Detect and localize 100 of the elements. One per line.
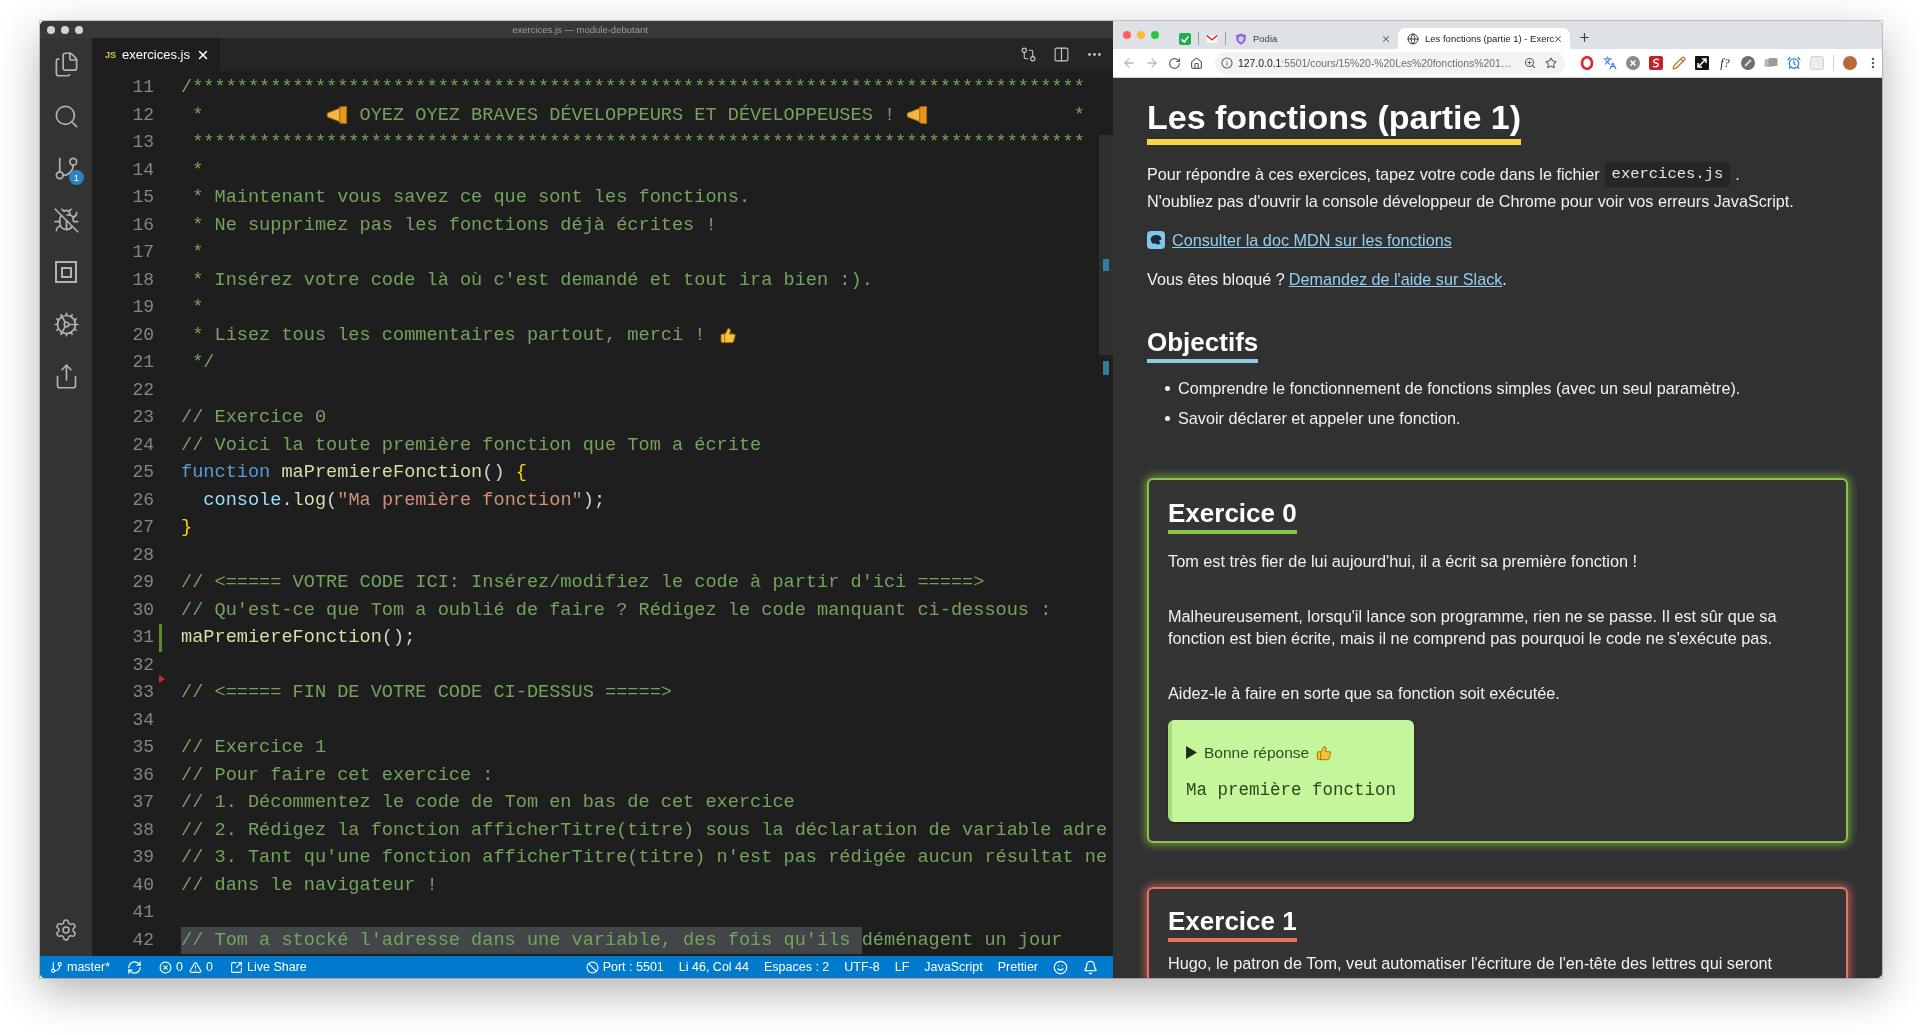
code-line: // dans le navigateur ! (181, 873, 438, 898)
avatar-icon[interactable] (1843, 56, 1857, 70)
extensions-icon[interactable] (55, 261, 77, 283)
circle-x-icon[interactable] (1626, 56, 1640, 70)
translate-icon[interactable] (1603, 56, 1617, 70)
bullet-icon (1165, 385, 1170, 391)
bell-icon[interactable] (1083, 959, 1098, 975)
line-number: 39 (131, 846, 154, 869)
line-number: 11 (131, 76, 154, 99)
megaphone-icon (906, 106, 929, 125)
info-icon[interactable] (1221, 57, 1233, 69)
line-number: 16 (131, 213, 154, 237)
branch-status[interactable]: master* (50, 960, 111, 974)
scrollbar-thumb[interactable] (1099, 135, 1113, 355)
code-line: // Exercice 1 (181, 736, 327, 760)
expand-icon[interactable] (1695, 56, 1709, 70)
deleted-marker-icon (159, 675, 165, 683)
change-bar (159, 624, 162, 652)
objective-text: Comprendre le fonctionnement de fonctions simples (avec un seul paramètre). (1178, 378, 1741, 398)
line-number: 31 (131, 626, 154, 649)
zoom-icon[interactable] (1524, 57, 1536, 69)
line-number: 12 (131, 103, 154, 127)
star-icon[interactable] (1545, 57, 1557, 69)
status-item[interactable]: JavaScript (924, 960, 983, 974)
code-text: déménagent un jour (861, 928, 1063, 953)
share-icon (230, 960, 243, 974)
exercise-text: Tom est très fier de lui aujourd'hui, il a écrit sa première fonction ! (1168, 550, 1638, 572)
pencil-icon[interactable] (1672, 56, 1686, 70)
bug-icon[interactable] (52, 206, 80, 234)
code-line: console.log("Ma première fonction"); (202, 488, 606, 513)
code-line: // Pour faire cet exercice : (181, 763, 494, 788)
code-text: * Lisez tous les commentaires partout, merci ! (191, 323, 707, 348)
code-line: function maPremiereFonction() { (181, 461, 527, 485)
code-line: ******************************************************************************** (191, 131, 1085, 155)
line-number: 34 (131, 708, 154, 732)
status-item[interactable]: LF (894, 960, 910, 974)
code-line: * Ne supprimez pas les fonctions déjà écrites ! (191, 213, 717, 238)
cog-icon[interactable] (52, 310, 80, 338)
objective-text: Savoir déclarer et appeler une fonction. (1178, 408, 1461, 428)
window-zoom-button[interactable] (75, 25, 83, 34)
line-number: 40 (131, 873, 154, 897)
sync-icon[interactable] (127, 959, 143, 975)
compare-icon[interactable] (1020, 46, 1037, 63)
settings-icon[interactable] (54, 918, 78, 942)
split-icon[interactable] (1053, 46, 1070, 63)
line-number: 37 (131, 791, 154, 814)
help-link[interactable]: Demandez de l'aide sur Slack (1288, 267, 1503, 291)
code-line: */ (191, 351, 215, 375)
browser-tab[interactable]: Podia (1226, 28, 1398, 49)
window-minimize-button[interactable] (61, 25, 69, 34)
square-icon[interactable] (1649, 56, 1663, 70)
extension-button[interactable]: f? (1718, 55, 1732, 71)
code-line: * (191, 241, 204, 265)
warning-icon (189, 960, 203, 974)
code-line: // Exercice 0 (181, 406, 327, 430)
status-item[interactable]: Espaces : 2 (764, 960, 830, 974)
line-number: 22 (131, 378, 154, 402)
code-line: // Qu'est-ce que Tom a oublié de faire ? Rédigez le code manquant ci-dessous : (181, 598, 1052, 623)
editor-tab[interactable]: JS exercices.js (92, 38, 220, 71)
section-title: Objectifs (1147, 326, 1259, 363)
thumbs-up-icon (1316, 744, 1333, 761)
circle-slash-icon[interactable] (1741, 56, 1755, 70)
envelope-icon (1206, 32, 1218, 45)
home-icon[interactable] (1190, 56, 1203, 70)
intro-text: . (1735, 164, 1740, 185)
status-item[interactable]: UTF-8 (844, 960, 880, 974)
code-line: // <===== FIN DE VOTRE CODE CI-DESSUS =====> (181, 681, 672, 705)
window-close-button[interactable] (47, 25, 55, 34)
ring-icon[interactable] (1580, 56, 1594, 70)
line-number: 19 (131, 296, 154, 319)
line-number: 25 (131, 461, 154, 484)
intro-text: N'oubliez pas d'ouvrir la console développeur de Chrome pour voir vos erreurs JavaScript. (1147, 191, 1794, 212)
exercise-title: Exercice 0 (1168, 496, 1297, 534)
live-share-button[interactable]: Live Share (230, 960, 307, 974)
line-number: 26 (131, 488, 154, 512)
help-text: . (1502, 269, 1507, 290)
code-line: // 3. Tant qu'une fonction afficherTitre(titre) n'est pas rédigée aucun résultat ne (181, 846, 1108, 870)
code-text: OYEZ OYEZ BRAVES DÉVELOPPEURS ET DÉVELOPPEUSES ! (358, 103, 897, 128)
reload-icon[interactable] (1168, 56, 1181, 70)
line-number: 17 (131, 241, 154, 264)
page-title: Les fonctions (partie 1) (1147, 98, 1522, 145)
clock-icon[interactable] (1787, 56, 1801, 70)
doc-link[interactable]: Consulter la doc MDN sur les fonctions (1172, 228, 1452, 252)
line-number: 15 (131, 186, 154, 209)
triangle-icon[interactable] (1186, 746, 1197, 759)
error-count[interactable]: 0 (159, 960, 184, 974)
status-item[interactable]: Li 46, Col 44 (678, 960, 749, 974)
smiley-icon[interactable] (1053, 959, 1068, 975)
address-field[interactable]: 127.0.0.1:5501/cours/15%20-%20Les%20fonctions%201… (1215, 52, 1565, 74)
overview-mark (1103, 259, 1109, 271)
notification-badge: 1 (69, 170, 84, 185)
port-status[interactable]: Port : 5501 (585, 960, 664, 974)
exercise-title: Exercice 1 (1168, 905, 1297, 942)
code-line: /******************************************************************************** (181, 76, 1085, 100)
new-tab-icon[interactable] (1578, 31, 1591, 44)
answer-output: Ma première fonction (1186, 778, 1397, 802)
cards-icon[interactable] (1764, 56, 1778, 70)
warning-count[interactable]: 0 (189, 960, 213, 974)
browser-tab[interactable]: Les fonctions (partie 1) - Exerc (1398, 28, 1570, 49)
status-item[interactable]: Prettier (997, 960, 1038, 974)
